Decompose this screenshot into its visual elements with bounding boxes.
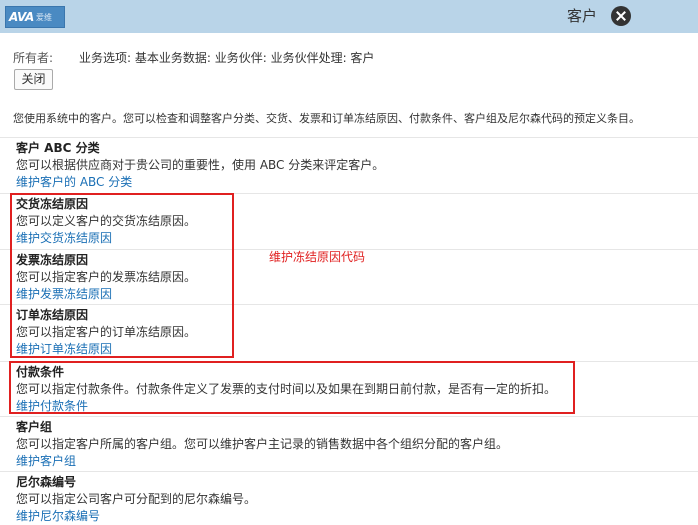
section-description: 您可以定义客户的交货冻结原因。 xyxy=(16,214,197,228)
section-delivery-block: 交货冻结原因 您可以定义客户的交货冻结原因。 维护交货冻结原因 xyxy=(0,193,698,249)
section-payment-terms: 付款条件 您可以指定付款条件。付款条件定义了发票的支付时间以及如果在到期日前付款… xyxy=(0,361,698,416)
section-description: 您可以指定付款条件。付款条件定义了发票的支付时间以及如果在到期日前付款，是否有一… xyxy=(16,382,557,396)
maintain-abc-classification-link[interactable]: 维护客户的 ABC 分类 xyxy=(16,175,132,189)
section-order-block: 订单冻结原因 您可以指定客户的订单冻结原因。 维护订单冻结原因 xyxy=(0,304,698,361)
maintain-nielsen-number-link[interactable]: 维护尼尔森编号 xyxy=(16,509,100,523)
section-description: 您可以指定客户的订单冻结原因。 xyxy=(16,325,197,339)
section-description: 您可以指定公司客户可分配到的尼尔森编号。 xyxy=(16,492,257,506)
page-title: 客户 xyxy=(567,7,598,25)
maintain-payment-terms-link[interactable]: 维护付款条件 xyxy=(16,399,88,413)
section-description: 您可以指定客户的发票冻结原因。 xyxy=(16,270,197,284)
company-logo: AVA 爱维 xyxy=(5,6,65,28)
maintain-customer-group-link[interactable]: 维护客户组 xyxy=(16,454,76,468)
section-title: 发票冻结原因 xyxy=(16,253,89,267)
close-icon[interactable] xyxy=(611,6,631,26)
logo-text: AVA xyxy=(9,10,34,24)
logo-subtext: 爱维 xyxy=(36,13,52,22)
section-nielsen-number: 尼尔森编号 您可以指定公司客户可分配到的尼尔森编号。 维护尼尔森编号 xyxy=(0,471,698,525)
section-title: 客户 ABC 分类 xyxy=(16,141,100,155)
intro-text: 您使用系统中的客户。您可以检查和调整客户分类、交货、发票和订单冻结原因、付款条件… xyxy=(13,112,640,125)
maintain-delivery-block-link[interactable]: 维护交货冻结原因 xyxy=(16,231,112,245)
section-abc-classification: 客户 ABC 分类 您可以根据供应商对于贵公司的重要性，使用 ABC 分类来评定… xyxy=(0,137,698,193)
section-description: 您可以根据供应商对于贵公司的重要性，使用 ABC 分类来评定客户。 xyxy=(16,158,385,172)
section-title: 交货冻结原因 xyxy=(16,197,89,211)
section-description: 您可以指定客户所属的客户组。您可以维护客户主记录的销售数据中各个组织分配的客户组… xyxy=(16,437,509,451)
section-title: 客户组 xyxy=(16,420,53,434)
section-title: 付款条件 xyxy=(16,365,65,379)
maintain-order-block-link[interactable]: 维护订单冻结原因 xyxy=(16,342,112,356)
close-button[interactable]: 关闭 xyxy=(14,69,53,90)
annotation-text: 维护冻结原因代码 xyxy=(269,250,366,264)
maintain-invoice-block-link[interactable]: 维护发票冻结原因 xyxy=(16,287,112,301)
header-bar: AVA 爱维 客户 xyxy=(0,0,698,33)
section-title: 订单冻结原因 xyxy=(16,308,89,322)
section-title: 尼尔森编号 xyxy=(16,475,77,489)
owner-label: 所有者: xyxy=(13,51,54,65)
owner-path: 业务选项: 基本业务数据: 业务伙伴: 业务伙伴处理: 客户 xyxy=(79,51,375,65)
section-customer-group: 客户组 您可以指定客户所属的客户组。您可以维护客户主记录的销售数据中各个组织分配… xyxy=(0,416,698,471)
